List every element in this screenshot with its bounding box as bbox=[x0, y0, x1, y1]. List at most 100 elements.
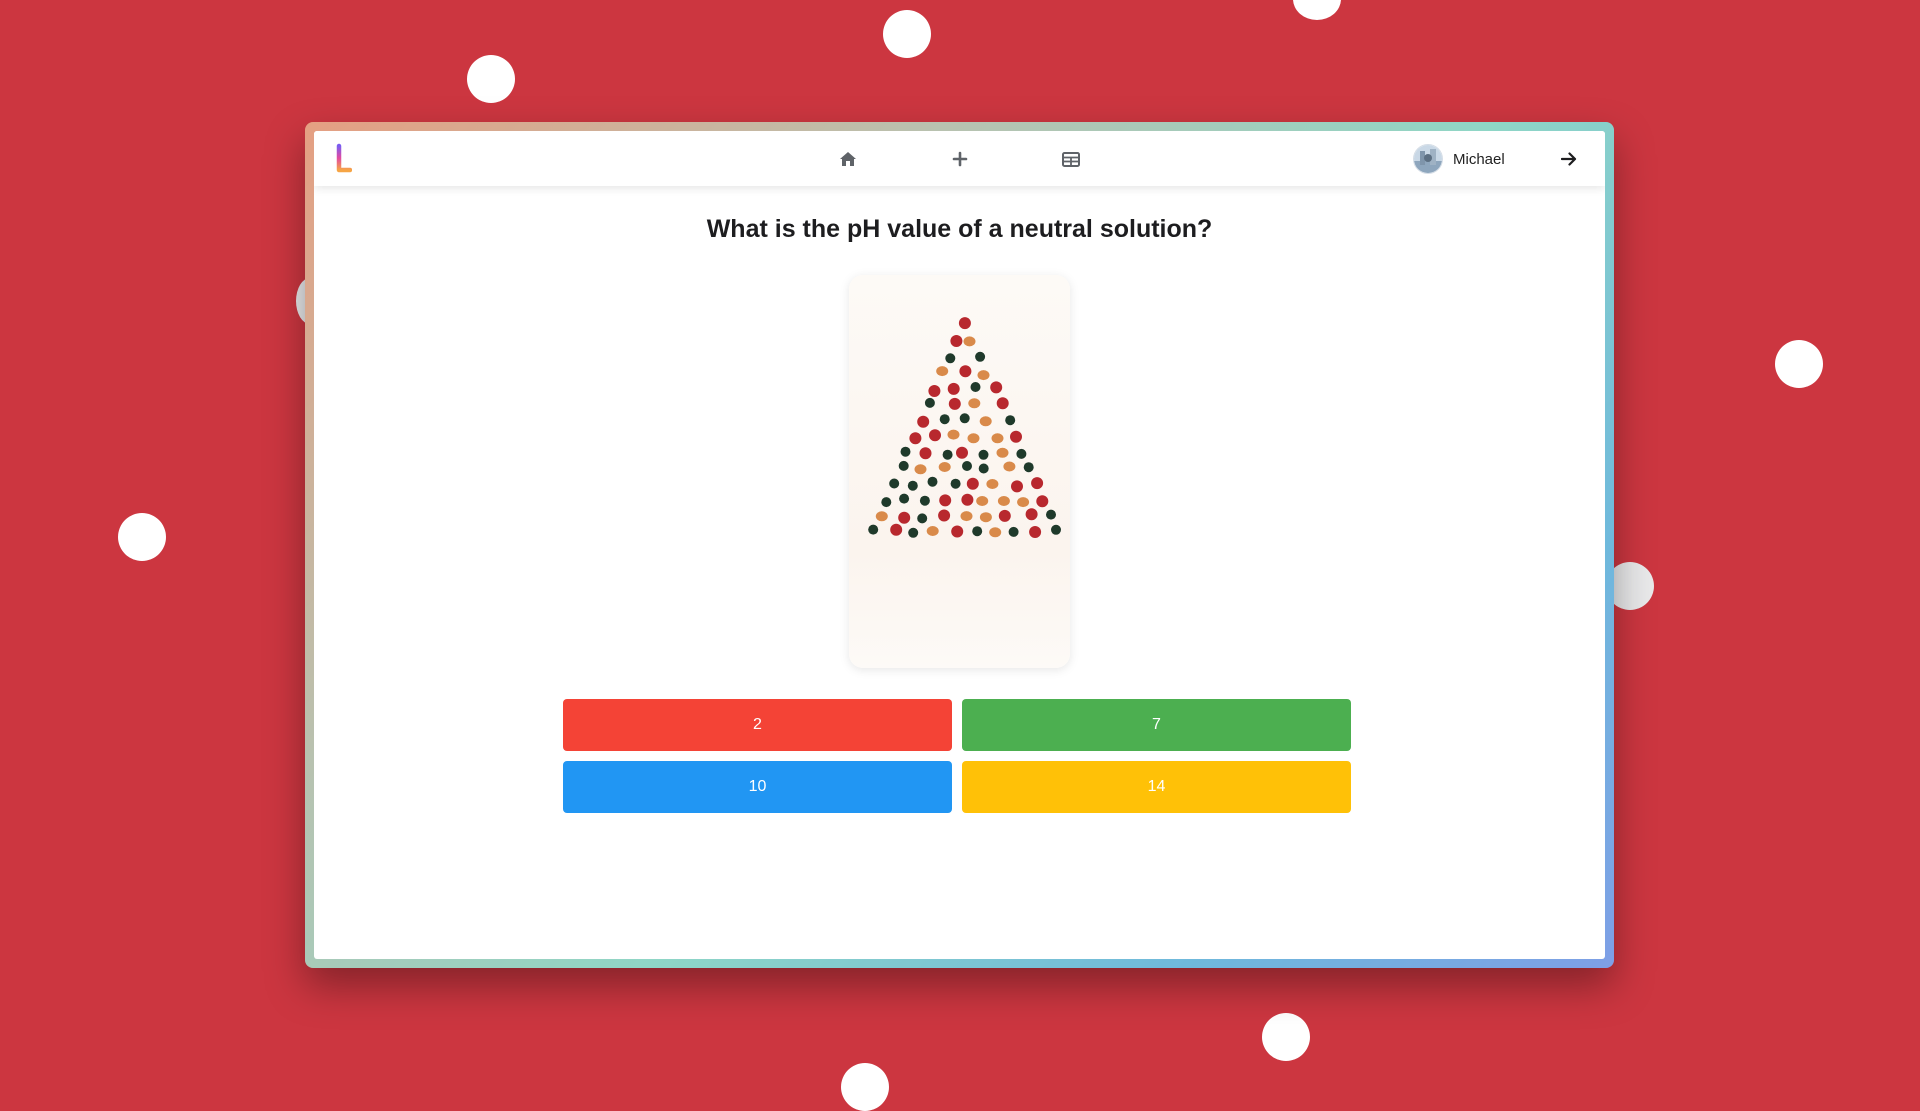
question-image bbox=[849, 275, 1070, 668]
berry bbox=[899, 493, 910, 504]
answer-button-a[interactable]: 2 bbox=[563, 699, 952, 751]
berry bbox=[917, 415, 930, 428]
berry bbox=[936, 366, 949, 377]
berry bbox=[991, 433, 1004, 444]
berry bbox=[959, 413, 970, 424]
berry bbox=[1016, 448, 1027, 459]
berry bbox=[898, 511, 911, 524]
berry bbox=[950, 478, 961, 489]
berry bbox=[1017, 497, 1030, 508]
berry bbox=[968, 398, 981, 409]
berry bbox=[956, 446, 968, 459]
berry bbox=[917, 513, 928, 524]
snowflake bbox=[118, 513, 166, 561]
table-icon[interactable] bbox=[1056, 144, 1086, 174]
berry bbox=[929, 429, 941, 442]
berry bbox=[1031, 477, 1044, 490]
answer-button-b[interactable]: 7 bbox=[962, 699, 1351, 751]
berry bbox=[945, 353, 956, 364]
berry bbox=[975, 351, 986, 362]
berry bbox=[927, 476, 938, 487]
berry bbox=[966, 477, 979, 490]
berry bbox=[907, 480, 918, 491]
berry bbox=[938, 509, 951, 522]
answer-grid: 2 7 10 14 bbox=[563, 699, 1352, 813]
snowflake bbox=[467, 55, 515, 103]
berry bbox=[996, 397, 1009, 410]
berry bbox=[947, 429, 960, 440]
berry bbox=[970, 382, 981, 392]
berry bbox=[962, 461, 972, 471]
berry bbox=[928, 385, 941, 397]
berry bbox=[998, 509, 1011, 522]
berry bbox=[979, 512, 992, 523]
plus-icon[interactable] bbox=[945, 144, 975, 174]
snowflake bbox=[1293, 0, 1341, 20]
berry bbox=[961, 493, 974, 506]
app-window: Michael What is the pH value of a neutra… bbox=[314, 131, 1605, 959]
berry bbox=[898, 460, 909, 471]
berry bbox=[967, 433, 980, 444]
berry bbox=[1025, 508, 1038, 521]
berry bbox=[978, 449, 989, 460]
berry bbox=[909, 432, 922, 445]
berry bbox=[960, 511, 973, 522]
berry bbox=[890, 523, 903, 536]
snowflake bbox=[841, 1063, 889, 1111]
arrow-right-icon[interactable] bbox=[1554, 144, 1584, 174]
berry bbox=[939, 414, 950, 425]
avatar[interactable] bbox=[1413, 144, 1443, 174]
berry bbox=[1010, 430, 1022, 443]
user-name[interactable]: Michael bbox=[1453, 151, 1505, 168]
berry bbox=[1011, 480, 1023, 493]
berry bbox=[868, 524, 879, 535]
berry bbox=[951, 525, 964, 538]
home-icon[interactable] bbox=[833, 144, 863, 174]
berry bbox=[996, 447, 1009, 458]
berry bbox=[997, 496, 1010, 506]
user-menu[interactable]: Michael bbox=[1413, 143, 1505, 175]
navbar: Michael bbox=[314, 131, 1605, 186]
snowflake bbox=[1775, 340, 1823, 388]
berry bbox=[948, 397, 961, 410]
snowflake bbox=[883, 10, 931, 58]
app-logo-icon[interactable] bbox=[336, 143, 353, 175]
berry bbox=[1046, 509, 1056, 520]
berry bbox=[881, 497, 892, 508]
berry bbox=[1005, 415, 1016, 426]
berry bbox=[1023, 462, 1034, 473]
berry bbox=[959, 365, 972, 378]
berry bbox=[989, 527, 1002, 538]
berry bbox=[1003, 461, 1016, 472]
app-window-frame: Michael What is the pH value of a neutra… bbox=[305, 122, 1614, 968]
berry bbox=[908, 527, 919, 538]
berry bbox=[919, 495, 930, 506]
question-title: What is the pH value of a neutral soluti… bbox=[706, 215, 1213, 243]
berry bbox=[914, 464, 927, 475]
berry bbox=[977, 370, 990, 381]
berry bbox=[938, 462, 951, 472]
berry bbox=[976, 496, 989, 506]
snowflake bbox=[1262, 1013, 1310, 1061]
berry bbox=[986, 479, 999, 489]
berry bbox=[1008, 526, 1019, 537]
berry bbox=[1051, 524, 1061, 535]
berry bbox=[947, 382, 960, 395]
berry bbox=[942, 449, 953, 460]
berry bbox=[950, 335, 963, 347]
berry bbox=[889, 478, 900, 489]
berry bbox=[990, 381, 1003, 394]
berry bbox=[924, 397, 935, 408]
berry bbox=[875, 511, 888, 522]
berry bbox=[963, 336, 976, 347]
berry bbox=[958, 317, 971, 330]
berry bbox=[972, 526, 983, 537]
berry bbox=[979, 416, 992, 427]
berry bbox=[919, 447, 932, 460]
berry bbox=[1036, 495, 1049, 508]
christmas-tree-berries-image bbox=[868, 317, 1061, 538]
berry bbox=[939, 494, 952, 507]
berry bbox=[900, 446, 911, 457]
answer-button-c[interactable]: 10 bbox=[563, 761, 952, 813]
answer-button-d[interactable]: 14 bbox=[962, 761, 1351, 813]
